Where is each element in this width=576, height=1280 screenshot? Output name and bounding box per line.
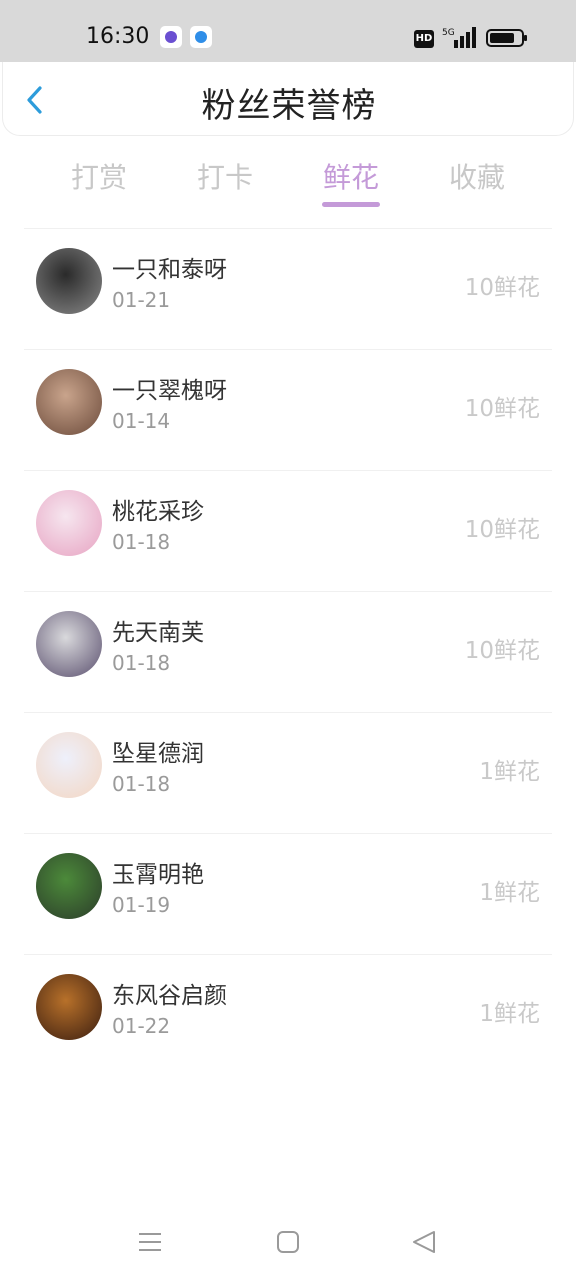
nav-header: 粉丝荣誉榜 (2, 62, 574, 136)
status-time: 16:30 (86, 24, 150, 49)
avatar[interactable] (36, 611, 102, 677)
avatar[interactable] (36, 732, 102, 798)
fan-date: 01-18 (112, 772, 171, 796)
hd-badge: HD (414, 30, 434, 48)
home-square-icon[interactable] (274, 1228, 302, 1256)
list-item[interactable]: 先天南芙 01-18 10鲜花 (0, 591, 576, 712)
status-bar: 16:30 HD 5G (0, 0, 576, 62)
list-item[interactable]: 一只翠槐呀 01-14 10鲜花 (0, 349, 576, 470)
page-title: 粉丝荣誉榜 (201, 86, 377, 126)
fan-name: 东风谷启颜 (112, 983, 227, 1009)
flower-count: 10鲜花 (464, 638, 540, 664)
avatar[interactable] (36, 853, 102, 919)
fan-date: 01-22 (112, 1014, 171, 1038)
tab-bar: 打赏 打卡 鲜花 收藏 (0, 150, 576, 214)
fan-name: 桃花采珍 (112, 499, 204, 525)
avatar[interactable] (36, 369, 102, 435)
fan-list: 一只和泰呀 01-21 10鲜花 一只翠槐呀 01-14 10鲜花 桃花采珍 0… (0, 228, 576, 1075)
browser-app-icon (190, 26, 212, 48)
fan-date: 01-14 (112, 409, 171, 433)
fan-name: 先天南芙 (112, 620, 204, 646)
system-nav-bar (0, 1200, 576, 1280)
divider (24, 954, 552, 955)
menu-icon[interactable] (136, 1228, 164, 1256)
fan-date: 01-18 (112, 651, 171, 675)
list-item[interactable]: 玉霄明艳 01-19 1鲜花 (0, 833, 576, 954)
fan-date: 01-18 (112, 530, 171, 554)
flower-count: 1鲜花 (479, 880, 540, 906)
fan-name: 玉霄明艳 (112, 862, 204, 888)
network-label: 5G (442, 28, 455, 38)
avatar[interactable] (36, 490, 102, 556)
tab-checkin[interactable]: 打卡 (185, 156, 265, 196)
fan-name: 一只和泰呀 (112, 257, 227, 283)
active-tab-indicator (322, 202, 380, 207)
list-item[interactable]: 桃花采珍 01-18 10鲜花 (0, 470, 576, 591)
list-item[interactable]: 坠星德润 01-18 1鲜花 (0, 712, 576, 833)
back-triangle-icon[interactable] (410, 1228, 438, 1256)
chat-app-icon (160, 26, 182, 48)
battery-icon (486, 29, 527, 47)
list-item[interactable]: 一只和泰呀 01-21 10鲜花 (0, 228, 576, 349)
divider (24, 712, 552, 713)
tab-favorites[interactable]: 收藏 (437, 156, 517, 196)
flower-count: 10鲜花 (464, 517, 540, 543)
flower-count: 10鲜花 (464, 396, 540, 422)
tab-reward[interactable]: 打赏 (59, 156, 139, 196)
tab-flowers[interactable]: 鲜花 (311, 156, 391, 196)
signal-5g-icon: 5G (442, 27, 476, 48)
avatar[interactable] (36, 248, 102, 314)
divider (24, 470, 552, 471)
fan-date: 01-21 (112, 288, 171, 312)
divider (24, 833, 552, 834)
flower-count: 1鲜花 (479, 1001, 540, 1027)
divider (24, 591, 552, 592)
fan-date: 01-19 (112, 893, 171, 917)
flower-count: 1鲜花 (479, 759, 540, 785)
flower-count: 10鲜花 (464, 275, 540, 301)
avatar[interactable] (36, 974, 102, 1040)
fan-name: 坠星德润 (112, 741, 204, 767)
divider (24, 228, 552, 229)
fan-name: 一只翠槐呀 (112, 378, 227, 404)
divider (24, 349, 552, 350)
list-item[interactable]: 东风谷启颜 01-22 1鲜花 (0, 954, 576, 1075)
